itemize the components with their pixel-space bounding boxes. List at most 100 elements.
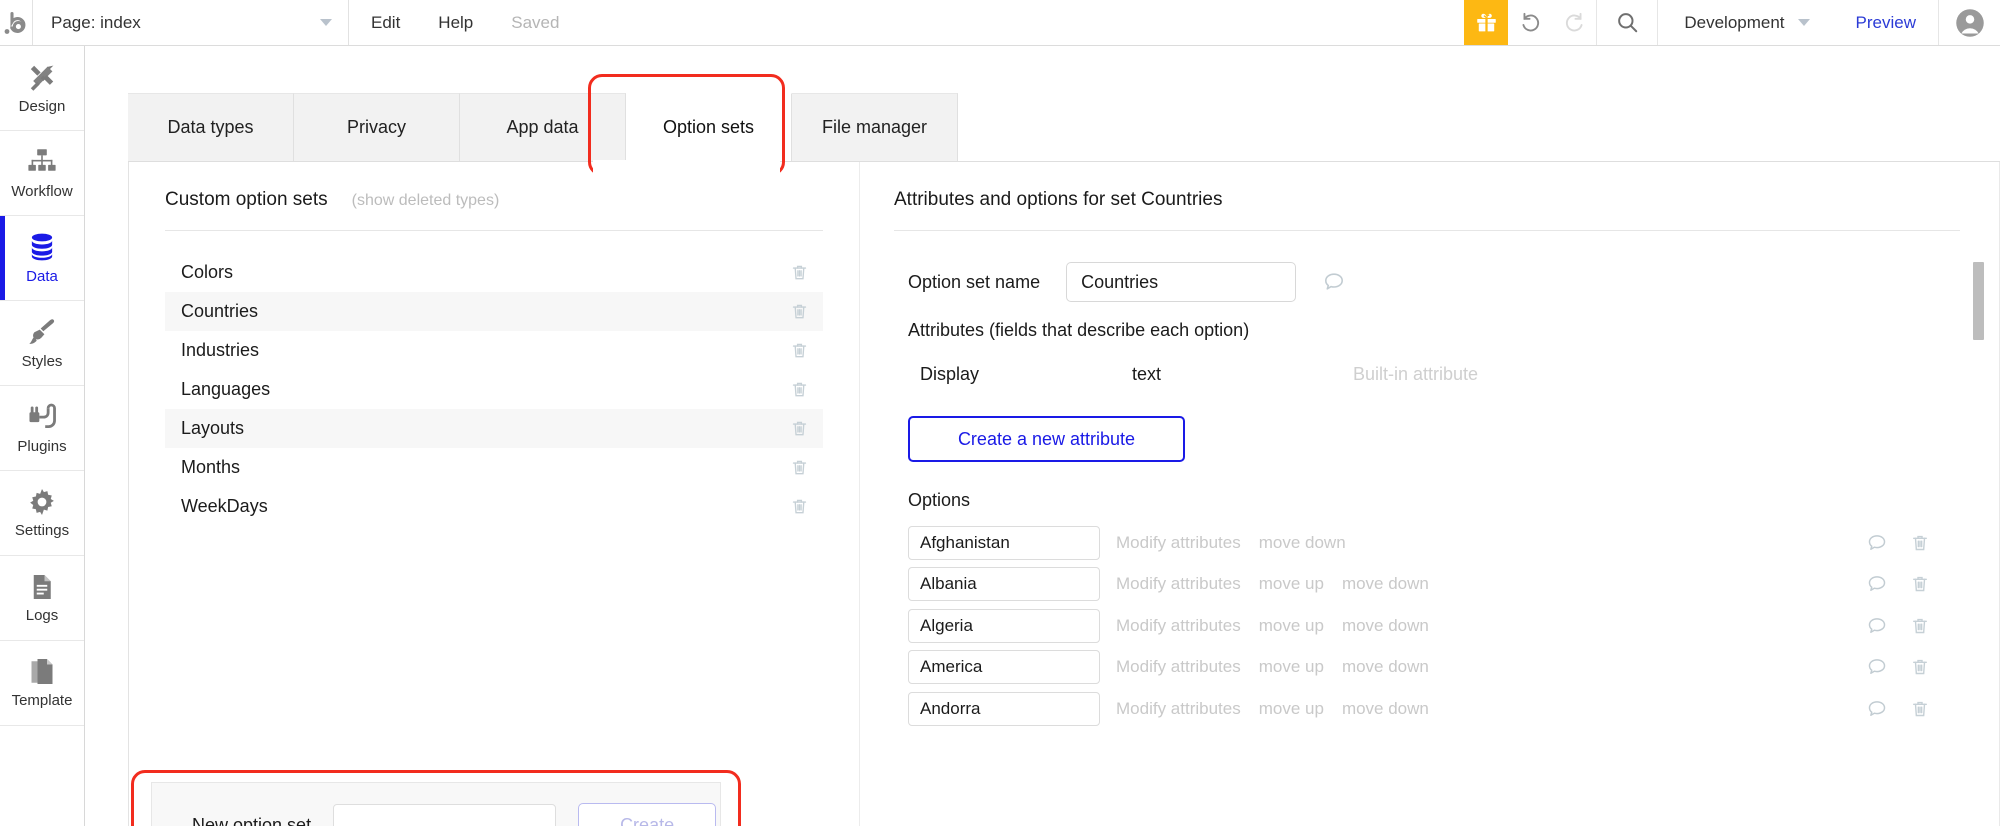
attributes-panel-title: Attributes and options for set Countries — [894, 189, 1222, 211]
preview-button[interactable]: Preview — [1834, 0, 1938, 45]
attribute-type: text — [1132, 364, 1161, 385]
trash-icon[interactable] — [790, 263, 809, 282]
modify-attributes-link[interactable]: Modify attributes — [1116, 657, 1241, 677]
create-option-set-button[interactable]: Create — [578, 803, 716, 826]
sidebar-item-design[interactable]: Design — [0, 46, 84, 131]
modify-attributes-link[interactable]: Modify attributes — [1116, 616, 1241, 636]
gift-icon[interactable] — [1464, 0, 1508, 45]
sidebar-item-plugins[interactable]: Plugins — [0, 386, 84, 471]
search-button[interactable] — [1596, 0, 1658, 45]
list-item[interactable]: Languages — [165, 370, 823, 409]
sidebar-item-label: Workflow — [11, 183, 72, 200]
move-down-link[interactable]: move down — [1342, 699, 1429, 719]
gear-icon — [27, 487, 57, 517]
sidebar-item-workflow[interactable]: Workflow — [0, 131, 84, 216]
modify-attributes-link[interactable]: Modify attributes — [1116, 574, 1241, 594]
bubble-logo-icon[interactable] — [0, 0, 32, 45]
option-row-icons — [1866, 532, 1930, 554]
option-set-name-label: Option set name — [908, 272, 1040, 293]
new-option-set-label: New option set — [192, 815, 311, 826]
list-item: Modify attributes move up move down — [908, 564, 2000, 606]
trash-icon[interactable] — [790, 341, 809, 360]
menu-item-help[interactable]: Help — [438, 13, 473, 33]
trash-icon[interactable] — [790, 497, 809, 516]
modify-attributes-link[interactable]: Modify attributes — [1116, 533, 1241, 553]
move-down-link[interactable]: move down — [1342, 657, 1429, 677]
list-item[interactable]: Layouts — [165, 409, 823, 448]
undo-button[interactable] — [1508, 0, 1552, 45]
version-selector[interactable]: Development — [1658, 0, 1833, 45]
option-set-name: Industries — [181, 340, 790, 361]
list-item[interactable]: Countries — [165, 292, 823, 331]
sidebar-item-label: Logs — [26, 607, 59, 624]
sidebar-item-label: Settings — [15, 522, 69, 539]
tab-data-types[interactable]: Data types — [128, 93, 294, 161]
redo-button[interactable] — [1552, 0, 1596, 45]
sidebar-item-data[interactable]: Data — [0, 216, 84, 301]
option-row-icons — [1866, 698, 1930, 720]
modify-attributes-link[interactable]: Modify attributes — [1116, 699, 1241, 719]
tab-app-data[interactable]: App data — [460, 93, 626, 161]
list-item[interactable]: Colors — [165, 253, 823, 292]
option-value-input[interactable] — [908, 526, 1100, 560]
trash-icon[interactable] — [1910, 574, 1930, 594]
move-up-link[interactable]: move up — [1259, 699, 1324, 719]
option-value-input[interactable] — [908, 609, 1100, 643]
comment-bubble-icon[interactable] — [1866, 532, 1888, 554]
option-value-input[interactable] — [908, 692, 1100, 726]
option-value-input[interactable] — [908, 567, 1100, 601]
tab-strip: Data types Privacy App data Option sets … — [128, 93, 2000, 161]
option-set-name: Months — [181, 457, 790, 478]
move-up-link[interactable]: move up — [1259, 657, 1324, 677]
paintbrush-icon — [26, 316, 58, 348]
option-row-icons — [1866, 615, 1930, 637]
trash-icon[interactable] — [1910, 699, 1930, 719]
options-section-title: Options — [908, 490, 970, 511]
user-avatar-icon — [1955, 8, 1985, 38]
trash-icon[interactable] — [1910, 616, 1930, 636]
sidebar-item-settings[interactable]: Settings — [0, 471, 84, 556]
move-down-link[interactable]: move down — [1342, 616, 1429, 636]
list-item[interactable]: Industries — [165, 331, 823, 370]
tab-file-manager[interactable]: File manager — [792, 93, 958, 161]
create-new-attribute-button[interactable]: Create a new attribute — [908, 416, 1185, 462]
attribute-row: Display text Built-in attribute — [908, 364, 1960, 386]
list-item[interactable]: Months — [165, 448, 823, 487]
comment-bubble-icon[interactable] — [1866, 573, 1888, 595]
trash-icon[interactable] — [790, 302, 809, 321]
menu-item-edit[interactable]: Edit — [371, 13, 400, 33]
sidebar-item-template[interactable]: Template — [0, 641, 84, 726]
scrollbar-thumb[interactable] — [1973, 262, 1984, 340]
page-selector[interactable]: Page: index — [32, 0, 349, 45]
option-value-input[interactable] — [908, 650, 1100, 684]
custom-option-sets-column: Custom option sets (show deleted types) … — [129, 162, 859, 826]
trash-icon[interactable] — [1910, 657, 1930, 677]
option-set-name: WeekDays — [181, 496, 790, 517]
tab-privacy[interactable]: Privacy — [294, 93, 460, 161]
comment-bubble-icon[interactable] — [1866, 656, 1888, 678]
move-down-link[interactable]: move down — [1259, 533, 1346, 553]
move-up-link[interactable]: move up — [1259, 616, 1324, 636]
bubble-editor-window: Page: index Edit Help Saved — [0, 0, 2000, 826]
show-deleted-types-link[interactable]: (show deleted types) — [352, 192, 500, 210]
trash-icon[interactable] — [790, 458, 809, 477]
move-down-link[interactable]: move down — [1342, 574, 1429, 594]
sidebar-item-styles[interactable]: Styles — [0, 301, 84, 386]
tab-option-sets[interactable]: Option sets — [626, 93, 792, 161]
trash-icon[interactable] — [790, 380, 809, 399]
option-sets-panel: Custom option sets (show deleted types) … — [128, 162, 2000, 826]
content-area: Data types Privacy App data Option sets … — [86, 46, 2000, 826]
move-up-link[interactable]: move up — [1259, 574, 1324, 594]
new-option-set-input[interactable] — [333, 804, 556, 826]
custom-option-sets-header: Custom option sets (show deleted types) — [165, 189, 499, 211]
avatar[interactable] — [1938, 0, 2000, 45]
comment-bubble-icon[interactable] — [1322, 270, 1346, 294]
comment-bubble-icon[interactable] — [1866, 698, 1888, 720]
option-set-name-input[interactable] — [1066, 262, 1296, 302]
vertical-scrollbar[interactable] — [1973, 162, 1984, 826]
trash-icon[interactable] — [790, 419, 809, 438]
trash-icon[interactable] — [1910, 533, 1930, 553]
comment-bubble-icon[interactable] — [1866, 615, 1888, 637]
list-item[interactable]: WeekDays — [165, 487, 823, 526]
sidebar-item-logs[interactable]: Logs — [0, 556, 84, 641]
